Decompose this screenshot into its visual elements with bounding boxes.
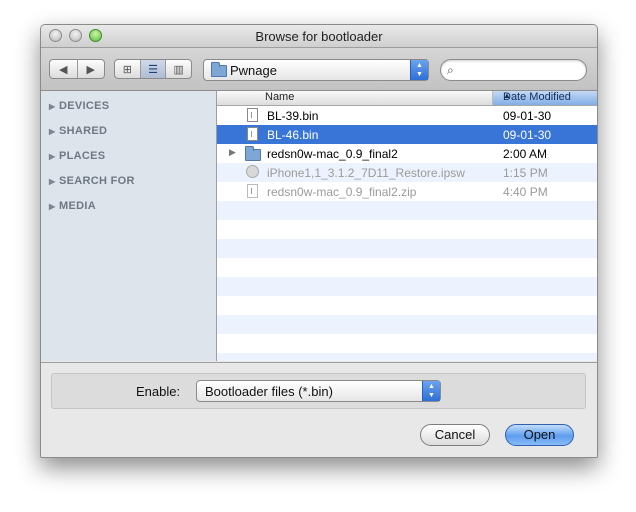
sort-ascending-icon: ▲ [503, 91, 511, 100]
file-row-selected[interactable]: BL-46.bin 09-01-30 [217, 125, 597, 144]
dialog-footer: Enable: Bootloader files (*.bin) ▲ ▼ Canc… [41, 362, 597, 457]
file-type-popup[interactable]: Bootloader files (*.bin) ▲ ▼ [196, 380, 441, 402]
icon-view-icon[interactable]: ⊞ [115, 60, 141, 78]
open-button[interactable]: Open [505, 424, 574, 446]
view-mode-control: ⊞ ☰ ▥ [114, 59, 192, 79]
enable-label: Enable: [136, 384, 181, 399]
file-type-label: Bootloader files (*.bin) [205, 384, 333, 399]
name-column-header[interactable]: Name [217, 91, 493, 105]
folder-row[interactable]: ▶ redsn0w-mac_0.9_final2 2:00 AM [217, 144, 597, 163]
sidebar: ▶ DEVICES ▶ SHARED ▶ PLACES ▶ SEARCH FOR ▶ ME… [41, 91, 217, 361]
popup-arrows-icon: ▲ ▼ [422, 381, 440, 401]
disclosure-triangle-icon[interactable]: ▶ [229, 147, 236, 158]
empty-row [217, 334, 597, 353]
empty-row [217, 353, 597, 361]
file-row-disabled: redsn0w-mac_0.9_final2.zip 4:40 PM [217, 182, 597, 201]
file-row[interactable]: BL-39.bin 09-01-30 [217, 106, 597, 125]
sidebar-section-devices[interactable]: ▶ DEVICES [49, 100, 109, 112]
window-title: Browse for bootloader [255, 29, 383, 44]
sidebar-section-search-for[interactable]: ▶ SEARCH FOR [49, 175, 135, 187]
back-forward-control: ◀ ▶ [49, 59, 105, 79]
search-input[interactable] [463, 62, 585, 78]
title-bar[interactable]: Browse for bootloader [41, 25, 597, 48]
location-label: Pwnage [230, 63, 277, 78]
search-field[interactable]: ⌕ [440, 59, 587, 81]
empty-row [217, 296, 597, 315]
disclosure-triangle-icon: ▶ [49, 152, 56, 161]
list-header: Name Date Modified ▲ [217, 91, 597, 106]
list-view-icon[interactable]: ☰ [140, 60, 167, 78]
popup-arrows-icon: ▲ ▼ [410, 60, 428, 80]
search-icon: ⌕ [447, 63, 454, 77]
empty-row [217, 315, 597, 334]
disclosure-triangle-icon: ▶ [49, 177, 56, 186]
column-view-icon[interactable]: ▥ [166, 60, 191, 78]
empty-row [217, 258, 597, 277]
date-modified-column-header[interactable]: Date Modified ▲ [493, 91, 597, 105]
folder-icon [211, 62, 227, 77]
file-row-disabled: iPhone1,1_3.1.2_7D11_Restore.ipsw 1:15 P… [217, 163, 597, 182]
forward-icon[interactable]: ▶ [78, 60, 105, 78]
disclosure-triangle-icon: ▶ [49, 102, 56, 111]
sidebar-section-shared[interactable]: ▶ SHARED [49, 125, 107, 137]
empty-row [217, 239, 597, 258]
file-list[interactable]: Name Date Modified ▲ BL-39.bin 09-01-30 … [217, 91, 597, 361]
empty-row [217, 277, 597, 296]
file-dialog-window: Browse for bootloader ◀ ▶ ⊞ ☰ ▥ Pwnage ▲… [40, 24, 598, 458]
cancel-button[interactable]: Cancel [420, 424, 490, 446]
back-icon[interactable]: ◀ [50, 60, 78, 78]
toolbar: ◀ ▶ ⊞ ☰ ▥ Pwnage ▲ ▼ ⌕ [41, 48, 597, 91]
empty-row [217, 201, 597, 220]
sidebar-section-media[interactable]: ▶ MEDIA [49, 200, 96, 212]
disclosure-triangle-icon: ▶ [49, 127, 56, 136]
disclosure-triangle-icon: ▶ [49, 202, 56, 211]
empty-row [217, 220, 597, 239]
location-popup[interactable]: Pwnage ▲ ▼ [203, 59, 429, 81]
sidebar-section-places[interactable]: ▶ PLACES [49, 150, 105, 162]
